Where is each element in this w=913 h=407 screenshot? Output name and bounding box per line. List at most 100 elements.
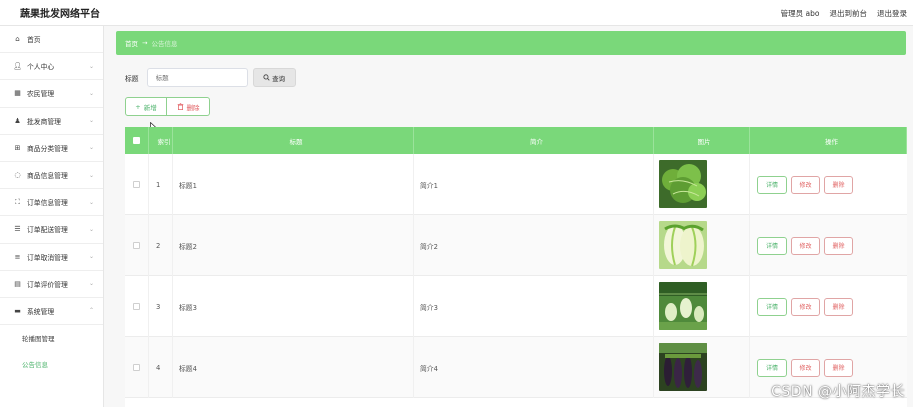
sidebar-item-7[interactable]: ☰ 订单配送管理 ⌄ (0, 216, 103, 244)
search-input[interactable] (146, 68, 248, 87)
admin-label: 管理员 abo (780, 8, 820, 18)
sidebar-item-5[interactable]: ◌ 商品信息管理 ⌄ (0, 162, 103, 190)
row-title: 标题2 (173, 215, 414, 276)
person-icon: ♟ (14, 116, 21, 125)
edit-button[interactable]: 修改 (791, 297, 820, 316)
system-icon: ▬ (14, 306, 21, 315)
row-checkbox[interactable] (133, 181, 140, 188)
chevron-down-icon: ⌄ (88, 253, 94, 261)
sidebar: ⌂ 首页 👤︎ 个人中心 ⌄ ▦ 农民管理 ⌄ ♟ 批发商管理 ⌄ ⊞ 商品分类管理 ⌄ ◌ 商品信息管理 ⌄ ⛶… (0, 26, 104, 407)
add-button-label: 新增 (143, 103, 157, 112)
delete-row-button[interactable]: 删除 (824, 236, 853, 255)
plus-icon: + (135, 102, 141, 111)
row-checkbox[interactable] (133, 242, 140, 249)
table-row: 2 标题2 简介2 详情 修改 删除 (125, 215, 907, 276)
chevron-down-icon: ⌄ (88, 117, 94, 125)
chevron-down-icon: ⌄ (88, 171, 94, 179)
table-row: 3 标题3 简介3 详情 修改 删除 (125, 276, 907, 337)
detail-button[interactable]: 详情 (757, 358, 787, 377)
add-button[interactable]: + 新增 (125, 97, 167, 116)
sidebar-item-label: 首页 (27, 36, 41, 45)
row-index: 1 (149, 154, 173, 215)
edit-button[interactable]: 修改 (791, 175, 820, 194)
header-actions: 操作 (750, 127, 907, 154)
logout-link[interactable]: 退出登录 (877, 8, 907, 19)
sidebar-item-1[interactable]: 👤︎ 个人中心 ⌄ (0, 53, 103, 81)
header-index: 索引 (149, 127, 173, 154)
chevron-down-icon: ⌄ (88, 225, 94, 233)
detail-button[interactable]: 详情 (757, 297, 787, 316)
breadcrumb-home[interactable]: 首页 (125, 38, 138, 48)
search-button-label: 查询 (272, 74, 286, 83)
detail-button[interactable]: 详情 (757, 175, 787, 194)
main-content: 首页 → 公告信息 标题 查询 + 新增 删除 索引 标题 简介 图片 操作 1… (104, 26, 913, 407)
row-checkbox[interactable] (133, 303, 140, 310)
top-header: 蔬果批发网络平台 管理员 abo 退出到前台 退出登录 (0, 0, 913, 26)
batch-delete-button[interactable]: 删除 (167, 97, 210, 116)
sidebar-item-2[interactable]: ▦ 农民管理 ⌄ (0, 80, 103, 108)
row-actions: 详情 修改 删除 (750, 154, 907, 215)
building-icon: ▦ (14, 89, 21, 98)
sidebar-item-0[interactable]: ⌂ 首页 (0, 26, 103, 54)
cabbage-image (659, 220, 707, 271)
watermark: CSDN @小阿杰学长 (771, 384, 905, 400)
select-all-cell (125, 127, 149, 154)
search-bar: 标题 查询 (125, 68, 296, 87)
delete-row-button[interactable]: 删除 (824, 297, 853, 316)
delete-row-button[interactable]: 删除 (824, 175, 853, 194)
filter-icon: ☰ (14, 225, 21, 234)
delete-row-button[interactable]: 删除 (824, 358, 853, 377)
sidebar-subitem-1[interactable]: 公告信息 (0, 351, 103, 377)
breadcrumb: 首页 → 公告信息 (116, 31, 906, 55)
breadcrumb-arrow: → (142, 39, 148, 47)
row-image (654, 276, 750, 337)
action-buttons: + 新增 删除 (125, 97, 210, 116)
row-intro: 简介4 (414, 337, 654, 398)
sidebar-item-8[interactable]: ≡ 订单取消管理 ⌄ (0, 244, 103, 271)
sidebar-item-label: 批发商管理 (27, 117, 61, 126)
select-all-checkbox[interactable] (133, 137, 140, 144)
data-table: 索引 标题 简介 图片 操作 1 标题1 简介1 详情 修改 删除 2 标题2 简介2 详情 修改删… (125, 127, 907, 407)
user-icon: 👤︎ (13, 62, 22, 71)
sidebar-item-label: 订单评价管理 (27, 280, 68, 289)
sidebar-subitem-0[interactable]: 轮播图管理 (0, 325, 103, 351)
sidebar-item-9[interactable]: ▤ 订单评价管理 ⌄ (0, 271, 103, 298)
row-title: 标题3 (173, 276, 414, 337)
row-checkbox[interactable] (133, 364, 140, 371)
chevron-down-icon: ⌄ (88, 89, 94, 97)
chevron-down-icon: ⌄ (88, 198, 94, 206)
row-image (654, 337, 750, 398)
trash-icon (177, 103, 183, 110)
row-actions: 详情 修改 删除 (750, 276, 907, 337)
back-to-front-link[interactable]: 退出到前台 (830, 8, 868, 19)
edit-button[interactable]: 修改 (791, 236, 820, 255)
table-row: 1 标题1 简介1 详情 修改 删除 (125, 154, 907, 215)
search-button[interactable]: 查询 (252, 68, 296, 87)
row-index: 3 (149, 276, 173, 337)
header-intro: 简介 (414, 127, 654, 154)
search-icon (263, 74, 270, 81)
row-select-cell (125, 154, 149, 215)
header-image: 图片 (654, 127, 750, 154)
header-title: 标题 (173, 127, 414, 154)
sidebar-item-10[interactable]: ▬ 系统管理 ⌃ (0, 298, 103, 326)
sidebar-item-label: 订单取消管理 (27, 253, 68, 262)
row-intro: 简介3 (414, 276, 654, 337)
clock-icon: ◌ (14, 171, 21, 180)
sidebar-item-label: 商品分类管理 (27, 144, 68, 153)
detail-button[interactable]: 详情 (757, 236, 787, 255)
chevron-down-icon: ⌄ (88, 62, 94, 70)
row-select-cell (125, 215, 149, 276)
row-title: 标题1 (173, 154, 414, 215)
edit-button[interactable]: 修改 (791, 358, 820, 377)
row-index: 4 (149, 337, 173, 398)
sidebar-item-label: 农民管理 (27, 90, 55, 99)
row-actions: 详情 修改 删除 (750, 215, 907, 276)
row-select-cell (125, 337, 149, 398)
sidebar-item-3[interactable]: ♟ 批发商管理 ⌄ (0, 108, 103, 135)
grid-icon: ⊞ (14, 143, 21, 152)
row-intro: 简介1 (414, 154, 654, 215)
row-select-cell (125, 276, 149, 337)
sidebar-item-4[interactable]: ⊞ 商品分类管理 ⌄ (0, 135, 103, 162)
sidebar-item-6[interactable]: ⛶ 订单信息管理 ⌄ (0, 189, 103, 217)
